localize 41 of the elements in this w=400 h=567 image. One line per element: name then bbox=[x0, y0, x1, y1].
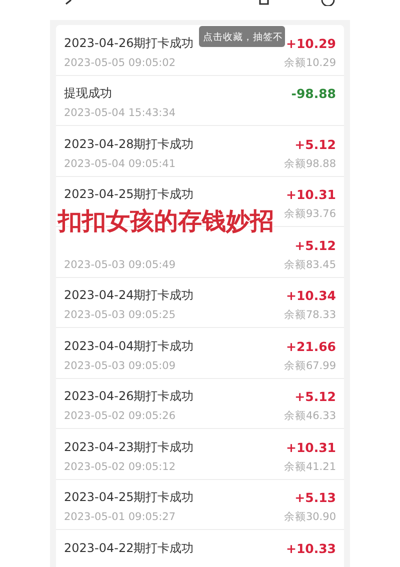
transaction-amount: +10.33 bbox=[286, 540, 336, 556]
transaction-time: 2023-05-05 09:05:02 bbox=[64, 56, 176, 68]
balance-text: 余额67.99 bbox=[284, 358, 336, 372]
transaction-title: 提现成功 bbox=[64, 85, 112, 102]
transaction-title: 2023-04-26期打卡成功 bbox=[64, 34, 194, 52]
balance-text: 余额93.76 bbox=[284, 207, 336, 221]
bookmark-tooltip: 点击收藏，抽签不 bbox=[199, 26, 285, 47]
balance-text: 余额41.21 bbox=[284, 460, 336, 474]
transaction-time: 2023-05-02 09:05:26 bbox=[64, 410, 176, 422]
transaction-title: 2023-04-24期打卡成功 bbox=[64, 287, 194, 304]
transaction-time: 2023-05-02 09:05:12 bbox=[64, 460, 176, 472]
transaction-amount: +5.12 bbox=[294, 238, 336, 252]
transaction-amount: +10.31 bbox=[286, 440, 336, 454]
transaction-time: 2023-05-03 09:05:49 bbox=[64, 258, 176, 270]
balance-text: 余额98.88 bbox=[284, 156, 336, 170]
transaction-title: 2023-04-28期打卡成功 bbox=[64, 136, 194, 152]
transaction-time: 2023-05-01 09:05:27 bbox=[64, 511, 176, 523]
transaction-time: 2023-05-04 09:05:41 bbox=[64, 158, 176, 170]
transaction-amount: +10.29 bbox=[286, 36, 336, 50]
transaction-amount: +5.12 bbox=[294, 136, 336, 152]
transaction-amount: +10.31 bbox=[286, 187, 336, 202]
transaction-amount: +5.12 bbox=[294, 389, 336, 404]
transaction-amount: -98.88 bbox=[291, 86, 336, 101]
transaction-time: 2023-05-03 09:05:25 bbox=[64, 309, 176, 321]
caption-overlay: 扣扣女孩的存钱妙招 bbox=[58, 206, 274, 236]
balance-text: 余额30.90 bbox=[284, 510, 336, 524]
transaction-title: 2023-04-26期打卡成功 bbox=[64, 388, 194, 405]
transaction-amount: +21.66 bbox=[286, 338, 336, 354]
balance-text: 余额46.33 bbox=[284, 409, 336, 423]
transaction-amount: +5.13 bbox=[294, 490, 336, 505]
balance-text: 余额83.45 bbox=[284, 258, 336, 272]
transaction-title: 2023-04-22期打卡成功 bbox=[64, 540, 194, 556]
balance-text: 余额78.33 bbox=[284, 308, 336, 322]
transaction-title: 2023-04-23期打卡成功 bbox=[64, 438, 194, 456]
balance-text: 余额10.29 bbox=[284, 56, 336, 70]
transaction-title: 2023-04-04期打卡成功 bbox=[64, 338, 194, 354]
transaction-title: 2023-04-25期打卡成功 bbox=[64, 489, 194, 506]
transaction-time: 2023-05-04 15:43:34 bbox=[64, 107, 176, 119]
transaction-amount: +10.34 bbox=[286, 288, 336, 303]
transaction-time: 2023-05-03 09:05:09 bbox=[64, 360, 176, 372]
transaction-title: 2023-04-25期打卡成功 bbox=[64, 186, 194, 203]
